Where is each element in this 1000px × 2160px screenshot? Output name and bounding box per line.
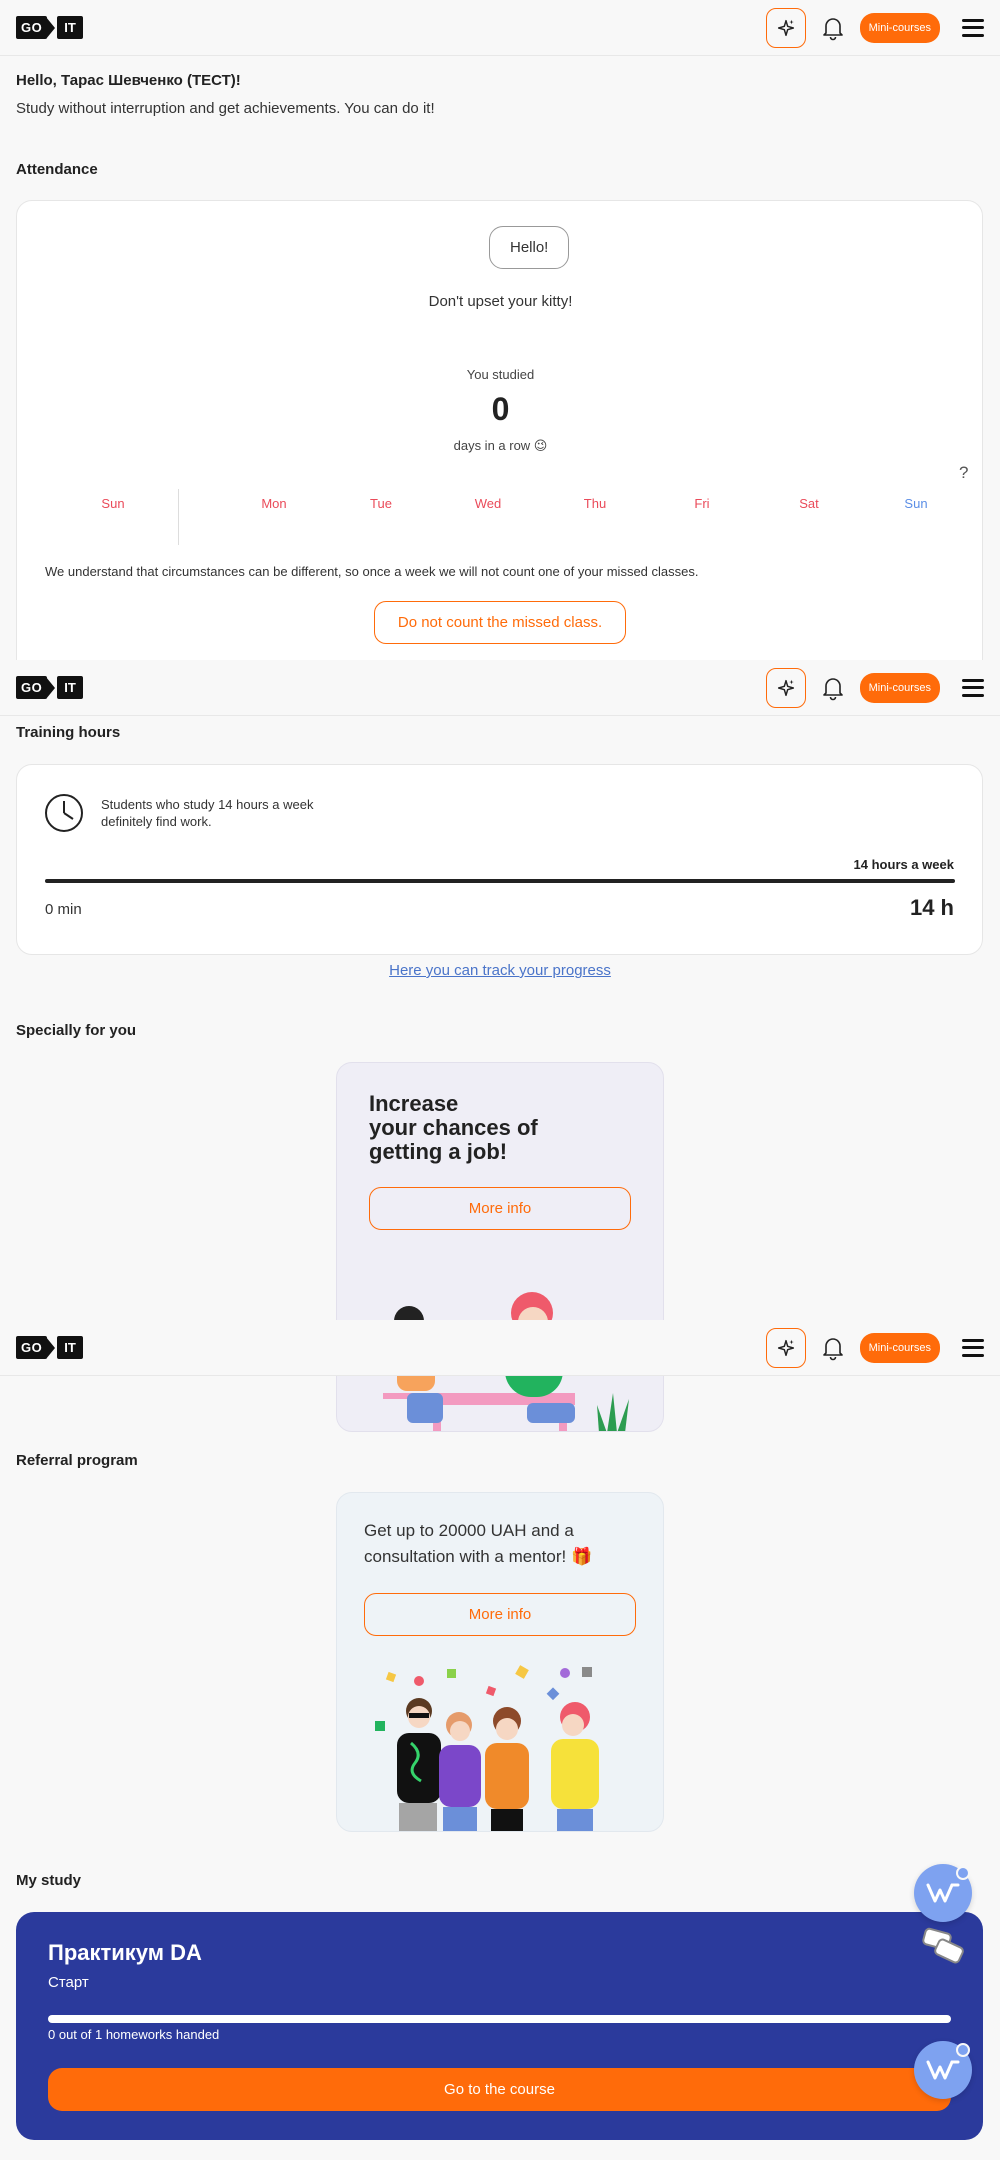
job-chances-card: Increase your chances of getting a job! …: [336, 1062, 664, 1432]
weekday-fri: Fri: [694, 496, 710, 511]
logo-it: IT: [57, 676, 83, 699]
ai-assistant-button[interactable]: [765, 1327, 806, 1368]
referral-more-info-button[interactable]: More info: [364, 1593, 636, 1636]
training-progress-track: [45, 879, 955, 883]
weekday-wed: Wed: [474, 496, 502, 511]
sticky-header-3: GO IT Mini-courses: [0, 1320, 1000, 1376]
goit-logo[interactable]: GO IT: [16, 1336, 83, 1359]
weekday-sat: Sat: [799, 496, 819, 511]
job-more-info-button[interactable]: More info: [369, 1187, 631, 1230]
ai-assistant-button[interactable]: [765, 7, 806, 48]
sparkle-icon: [777, 1339, 794, 1356]
target-hours: 14 h: [909, 895, 954, 920]
sparkle-icon: [777, 19, 794, 36]
sparkle-icon: [777, 679, 794, 696]
notifications-button[interactable]: [820, 15, 846, 41]
sticky-header-2: GO IT Mini-courses: [0, 660, 1000, 716]
notifications-button[interactable]: [820, 675, 846, 701]
menu-icon[interactable]: [962, 18, 984, 37]
promo-title-line1: Increase: [369, 1091, 459, 1116]
team-celebration-illustration: [375, 1665, 599, 1831]
homework-count: 0 out of 1 homeworks handed: [48, 2027, 220, 2042]
referral-card: Get up to 20000 UAH and a consultation w…: [336, 1492, 664, 1832]
logo-arrow: [46, 676, 56, 699]
skip-missed-class-button[interactable]: Do not count the missed class.: [374, 601, 626, 644]
training-tip-line1: Students who study 14 hours a week: [101, 797, 314, 812]
missed-class-note: We understand that circumstances can be …: [45, 564, 699, 579]
referral-text-line2: consultation with a mentor! 🎁: [364, 1547, 593, 1566]
mini-courses-button[interactable]: Mini-courses: [859, 1332, 940, 1363]
days-in-row-label: days in a row 😉: [453, 438, 548, 453]
weekday-thu: Thu: [583, 496, 607, 511]
logo-it: IT: [57, 16, 83, 39]
logo-arrow: [46, 16, 56, 39]
training-tip-line2: definitely find work.: [101, 814, 212, 829]
my-study-title: My study: [16, 1872, 82, 1889]
chat-widget-notification-dot: [956, 1866, 970, 1880]
week-divider: [178, 489, 179, 545]
referral-text-line1: Get up to 20000 UAH and a: [364, 1521, 574, 1540]
specially-for-you-title: Specially for you: [16, 1022, 137, 1039]
current-hours: 0 min: [45, 901, 82, 918]
chat-widget-icon: [926, 2060, 960, 2080]
chat-widget-button[interactable]: [914, 1864, 972, 1922]
hello-bubble: Hello!: [489, 226, 570, 269]
homework-progress-track: [48, 2015, 951, 2023]
promo-title-line2: your chances of: [369, 1115, 538, 1140]
logo-arrow: [46, 1336, 56, 1359]
logo-go: GO: [16, 16, 48, 39]
mini-courses-button[interactable]: Mini-courses: [859, 672, 940, 703]
kitty-text: Don't upset your kitty!: [428, 293, 573, 310]
top-header: GO IT Mini-courses: [0, 0, 1000, 56]
weekday-prev-sun: Sun: [101, 496, 125, 511]
bell-icon: [822, 677, 843, 700]
attendance-card: Hello! Don't upset your kitty! You studi…: [16, 200, 983, 680]
clock-icon: [45, 794, 83, 832]
ai-assistant-button[interactable]: [765, 667, 806, 708]
streak-count: 0: [491, 391, 510, 427]
promo-title-line3: getting a job!: [369, 1139, 508, 1164]
logo-it: IT: [57, 1336, 83, 1359]
bell-icon: [822, 17, 843, 40]
notifications-button[interactable]: [820, 1335, 846, 1361]
training-hours-card: Students who study 14 hours a week defin…: [16, 764, 983, 955]
mini-courses-button[interactable]: Mini-courses: [859, 12, 940, 43]
course-card: Практикум DA Старт 0 out of 1 homeworks …: [16, 1912, 983, 2140]
tokens-icon[interactable]: [918, 1925, 970, 1969]
training-hours-title: Training hours: [16, 724, 121, 741]
bell-icon: [822, 1337, 843, 1360]
chat-widget-icon: [926, 1883, 960, 1903]
chat-widget-button-2[interactable]: [914, 2041, 972, 2099]
track-progress-link[interactable]: Here you can track your progress: [0, 962, 1000, 979]
menu-icon[interactable]: [962, 678, 984, 697]
greeting-title: Hello, Тарас Шевченко (ТЕСТ)!: [16, 72, 241, 89]
greeting-subtitle: Study without interruption and get achie…: [16, 100, 435, 117]
logo-go: GO: [16, 676, 48, 699]
you-studied-label: You studied: [466, 367, 535, 382]
course-name: Практикум DA: [48, 1940, 202, 1965]
goit-logo[interactable]: GO IT: [16, 16, 83, 39]
referral-program-title: Referral program: [16, 1452, 138, 1469]
go-to-course-button[interactable]: Go to the course: [48, 2068, 951, 2111]
logo-go: GO: [16, 1336, 48, 1359]
attendance-title: Attendance: [16, 161, 98, 178]
weekly-goal-label: 14 hours a week: [853, 857, 954, 872]
weekday-tue: Tue: [370, 496, 392, 511]
chat-widget-notification-dot: [956, 2043, 970, 2057]
goit-logo[interactable]: GO IT: [16, 676, 83, 699]
menu-icon[interactable]: [962, 1338, 984, 1357]
weekday-mon: Mon: [261, 496, 287, 511]
weekday-sun: Sun: [904, 496, 928, 511]
help-icon[interactable]: ?: [959, 463, 968, 483]
course-stage: Старт: [48, 1974, 89, 1991]
